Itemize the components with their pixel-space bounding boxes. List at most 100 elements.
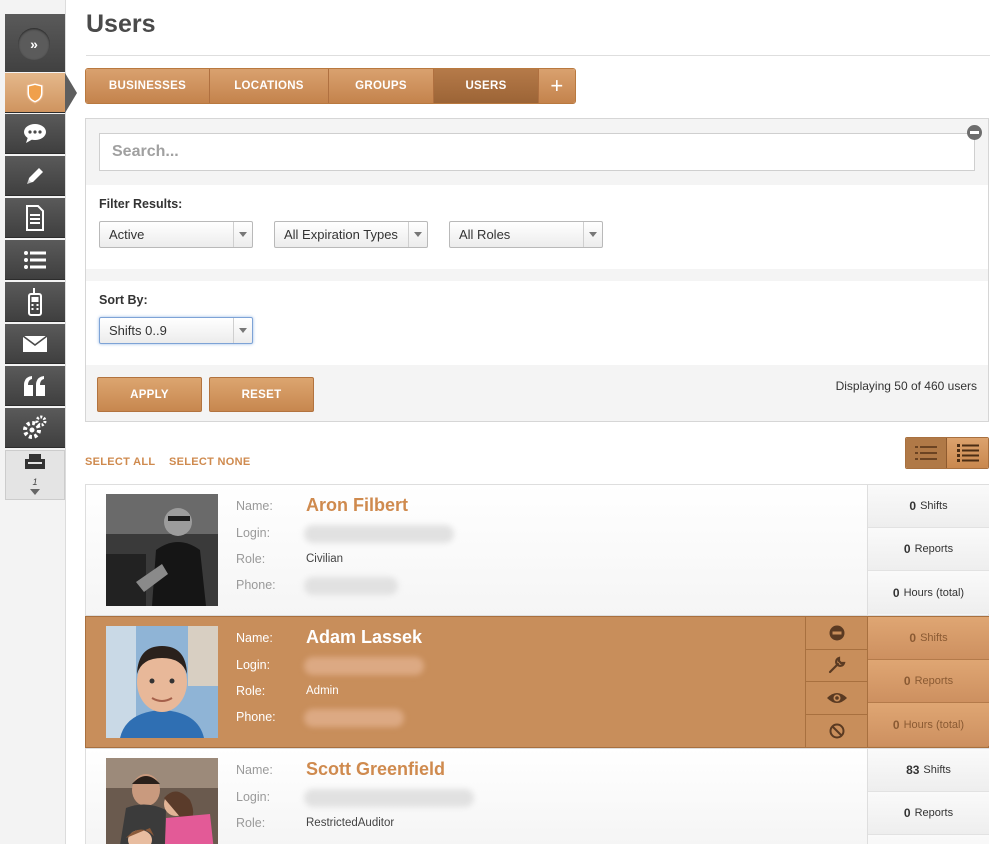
user-row[interactable]: Name: Login: Role: Scott Greenfield Rest… xyxy=(85,748,989,844)
ban-icon xyxy=(829,723,844,739)
chevron-down-icon[interactable] xyxy=(30,489,40,495)
hours-stat[interactable]: 0 Hours (total) xyxy=(868,571,989,614)
sidebar-item-security[interactable] xyxy=(5,73,65,113)
user-avatar xyxy=(106,758,218,844)
user-role: Civilian xyxy=(306,553,344,565)
page-title: Users xyxy=(86,10,156,38)
compact-list-view-button[interactable] xyxy=(906,438,948,468)
envelope-icon xyxy=(22,334,48,352)
edit-user-button[interactable] xyxy=(806,649,867,682)
search-input[interactable] xyxy=(99,133,975,171)
sidebar-item-quotes[interactable] xyxy=(5,366,65,406)
detailed-list-view-button[interactable] xyxy=(947,438,988,468)
sidebar-item-mail[interactable] xyxy=(5,324,65,364)
name-label: Name: xyxy=(236,499,273,513)
login-label: Login: xyxy=(236,526,271,540)
user-row-selected[interactable]: Name: Login: Role: Phone: Adam Lassek Ad… xyxy=(85,616,989,748)
reports-count: 0 xyxy=(903,542,911,556)
reports-stat[interactable]: 0 Reports xyxy=(868,660,989,703)
select-all-link[interactable]: SELECT ALL xyxy=(85,456,155,468)
hours-count: 0 xyxy=(892,585,900,600)
ban-user-button[interactable] xyxy=(806,714,867,747)
tab-locations[interactable]: LOCATIONS xyxy=(210,69,329,103)
redacted-phone xyxy=(304,709,404,727)
status-filter-value: Active xyxy=(109,227,145,242)
user-avatar xyxy=(106,494,218,606)
compact-list-icon xyxy=(915,446,937,460)
sidebar-item-list[interactable] xyxy=(5,240,65,280)
hours-label: Hours (total) xyxy=(903,718,965,731)
shifts-stat[interactable]: 83 Shifts xyxy=(868,749,989,792)
expiration-filter-select[interactable]: All Expiration Types xyxy=(274,221,428,248)
sidebar-item-documents[interactable] xyxy=(5,198,65,238)
chat-bubble-icon xyxy=(24,123,46,143)
filter-results-label: Filter Results: xyxy=(99,197,183,211)
apply-button[interactable]: APPLY xyxy=(97,377,202,412)
shifts-stat[interactable]: 0 Shifts xyxy=(868,485,989,528)
shifts-count: 0 xyxy=(909,499,917,513)
reports-count: 0 xyxy=(903,674,911,688)
reports-stat[interactable]: 0 Reports xyxy=(868,528,989,571)
roles-filter-value: All Roles xyxy=(459,227,511,242)
search-band xyxy=(86,119,988,185)
sidebar-item-messages[interactable] xyxy=(5,114,65,154)
user-name-link[interactable]: Aron Filbert xyxy=(306,495,408,516)
title-divider xyxy=(86,55,990,56)
user-row[interactable]: Name: Login: Role: Phone: Aron Filbert C… xyxy=(85,484,989,616)
tab-users[interactable]: USERS xyxy=(434,69,539,103)
roles-filter-select[interactable]: All Roles xyxy=(449,221,603,248)
redacted-login xyxy=(304,525,454,543)
user-name-link[interactable]: Adam Lassek xyxy=(306,627,422,648)
shifts-stat[interactable]: 0 Shifts xyxy=(868,617,989,660)
add-tab-button[interactable]: + xyxy=(539,69,575,103)
select-none-link[interactable]: SELECT NONE xyxy=(169,456,251,468)
dropdown-caret-icon xyxy=(408,222,427,247)
sort-select[interactable]: Shifts 0..9 xyxy=(99,317,253,344)
document-icon xyxy=(26,204,44,231)
filter-panel: Filter Results: Active All Expiration Ty… xyxy=(85,118,989,422)
sidebar-pager[interactable]: 1 xyxy=(5,450,65,500)
tab-groups[interactable]: GROUPS xyxy=(329,69,434,103)
role-label: Role: xyxy=(236,816,266,830)
eye-icon xyxy=(826,692,847,703)
shifts-label: Shifts xyxy=(923,764,951,776)
reports-label: Reports xyxy=(914,807,954,819)
phone-label: Phone: xyxy=(236,578,276,592)
reports-count: 0 xyxy=(903,806,911,820)
redacted-login xyxy=(304,789,474,807)
view-user-button[interactable] xyxy=(806,682,867,715)
role-label: Role: xyxy=(236,684,266,698)
sidebar-page-number: 1 xyxy=(32,477,38,487)
status-filter-select[interactable]: Active xyxy=(99,221,253,248)
sidebar-item-settings[interactable] xyxy=(5,408,65,448)
minus-circle-icon xyxy=(829,625,844,641)
redacted-phone xyxy=(304,577,398,595)
filter-section: Filter Results: Active All Expiration Ty… xyxy=(86,185,988,269)
tab-businesses[interactable]: BUSINESSES xyxy=(86,69,210,103)
view-toggle xyxy=(905,437,989,469)
sidebar-expand-button[interactable]: » xyxy=(18,28,50,60)
user-stats: 0 Shifts 0 Reports 0 Hours (total) xyxy=(867,617,989,747)
deactivate-user-button[interactable] xyxy=(806,617,867,650)
hours-stat[interactable]: 0 Hours (total) xyxy=(868,703,989,746)
dropdown-caret-icon xyxy=(583,222,602,247)
reset-button[interactable]: RESET xyxy=(209,377,314,412)
sidebar-active-pointer xyxy=(65,73,77,113)
hours-label: Hours (total) xyxy=(903,586,965,599)
row-actions xyxy=(805,617,867,747)
shifts-label: Shifts xyxy=(920,500,948,512)
sort-section: Sort By: Shifts 0..9 xyxy=(86,281,988,365)
wrench-icon xyxy=(828,656,845,674)
login-label: Login: xyxy=(236,790,271,804)
collapse-panel-icon[interactable] xyxy=(967,125,982,140)
user-name-link[interactable]: Scott Greenfield xyxy=(306,759,445,780)
hours-stat[interactable] xyxy=(868,835,989,844)
sidebar-item-edit[interactable] xyxy=(5,156,65,196)
reports-label: Reports xyxy=(914,543,954,555)
reports-stat[interactable]: 0 Reports xyxy=(868,792,989,835)
sidebar-item-devices[interactable] xyxy=(5,282,65,322)
section-tabs: BUSINESSES LOCATIONS GROUPS USERS + xyxy=(85,68,576,104)
dropdown-caret-icon xyxy=(233,318,252,343)
phone-icon xyxy=(28,287,42,316)
quote-icon xyxy=(24,375,45,396)
